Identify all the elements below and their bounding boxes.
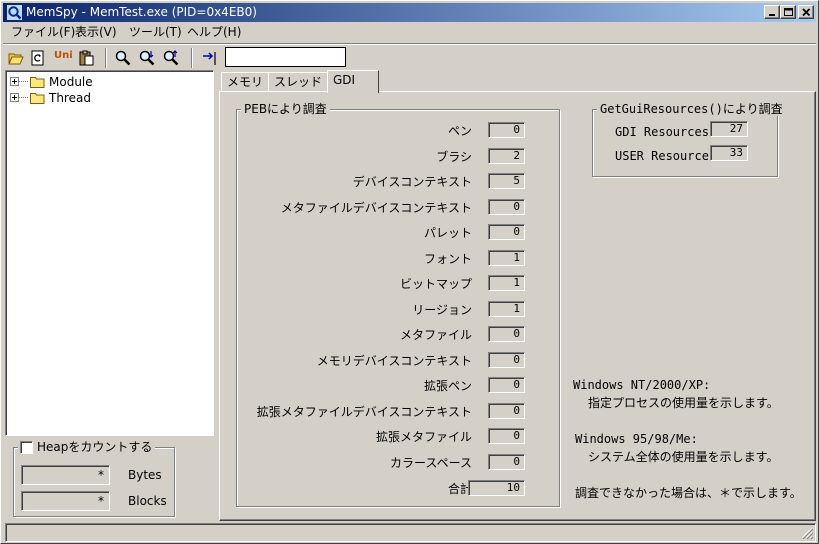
- find-button[interactable]: [113, 48, 133, 68]
- heap-blocks-unit: Blocks: [128, 494, 167, 508]
- peb-group: PEBにより調査 ペン 0 ブラシ 2 デバイスコンテキスト 5 メタファイルデバイスコンテ…: [236, 102, 560, 507]
- peb-row-value: 1: [488, 250, 525, 266]
- tab-thread[interactable]: スレッド: [268, 72, 329, 92]
- goto-button[interactable]: [200, 48, 220, 68]
- peb-row-label: 拡張ペン: [423, 379, 472, 393]
- search-input[interactable]: [225, 47, 346, 67]
- user-resources-value: 33: [710, 145, 748, 161]
- peb-row-value: 0: [488, 122, 525, 138]
- menu-help[interactable]: ヘルプ(H): [185, 24, 243, 41]
- heap-checkbox-label: Heapをカウントする: [37, 440, 153, 454]
- peb-row-value: 0: [488, 403, 525, 419]
- paste-button[interactable]: [76, 48, 96, 68]
- folder-icon: [30, 93, 45, 104]
- peb-row-value: 5: [488, 173, 525, 189]
- peb-row-label: ブラシ: [436, 150, 472, 164]
- peb-row-value: 0: [488, 352, 525, 368]
- menu-tools[interactable]: ツール(T): [127, 24, 184, 41]
- user-resources-label: USER Resources: [615, 149, 717, 163]
- maximize-icon: [784, 8, 793, 16]
- heap-checkbox-row[interactable]: Heapをカウントする: [18, 440, 156, 454]
- expand-plus-icon[interactable]: [10, 77, 30, 86]
- menu-file[interactable]: ファイル(F): [9, 24, 77, 41]
- menu-bar: ファイル(F) 表示(V) ツール(T) ヘルプ(H): [3, 22, 816, 42]
- tree-item-label: Module: [49, 75, 93, 89]
- maximize-button[interactable]: [780, 5, 796, 19]
- tree-item-label: Thread: [49, 91, 91, 105]
- peb-row-label: フォント: [423, 252, 472, 266]
- peb-row-label: 拡張メタファイルデバイスコンテキスト: [256, 405, 472, 419]
- peb-row-value: 0: [488, 428, 525, 444]
- paste-icon: [79, 50, 94, 66]
- peb-row-value: 0: [488, 377, 525, 393]
- note-nt-text: 指定プロセスの使用量を示します。: [588, 396, 779, 410]
- gdi-resources-value: 27: [710, 121, 748, 137]
- gui-resources-group: GetGuiResources()により調査 GDI Resources 27 …: [592, 102, 786, 177]
- resize-grip-icon[interactable]: [801, 527, 813, 539]
- close-button[interactable]: [798, 5, 814, 19]
- heap-group: Heapをカウントする * Bytes * Blocks: [13, 440, 175, 517]
- peb-row-value: 2: [488, 148, 525, 164]
- peb-row-value: 1: [488, 275, 525, 291]
- note-fail-text: 調査できなかった場合は、＊で示します。: [575, 486, 802, 500]
- peb-row-label: メタファイル: [399, 328, 472, 342]
- close-icon: [802, 8, 811, 17]
- status-bar: [5, 523, 816, 542]
- peb-row-label: メモリデバイスコンテキスト: [316, 354, 472, 368]
- peb-row-label: ビットマップ: [399, 277, 472, 291]
- tab-control: メモリ スレッド GDI PEBにより調査 ペン 0 ブラシ 2 デバイスコンテキスト 5…: [219, 70, 816, 521]
- open-folder-icon: [8, 53, 24, 65]
- tab-memory[interactable]: メモリ: [221, 72, 270, 92]
- minimize-button[interactable]: [764, 5, 780, 19]
- heap-bytes-unit: Bytes: [128, 468, 162, 482]
- gdi-resources-label: GDI Resources: [615, 125, 709, 139]
- find-next-button[interactable]: [137, 48, 157, 68]
- peb-row-label: ペン: [447, 124, 472, 138]
- open-button[interactable]: [6, 48, 26, 68]
- total-value: 10: [468, 480, 525, 496]
- gui-group-title: GetGuiResources()により調査: [597, 102, 786, 116]
- peb-row-value: 0: [488, 224, 525, 240]
- heap-checkbox[interactable]: [20, 441, 33, 454]
- peb-row-label: メタファイルデバイスコンテキスト: [280, 201, 472, 215]
- minimize-icon: [769, 14, 775, 16]
- window-title: MemSpy - MemTest.exe (PID=0x4EB0): [26, 5, 257, 19]
- peb-row-value: 0: [488, 326, 525, 342]
- peb-row-label: 拡張メタファイル: [375, 430, 472, 444]
- peb-row-label: リージョン: [412, 303, 472, 317]
- toolbar-separator: [105, 48, 107, 68]
- gdi-panel: PEBにより調査 ペン 0 ブラシ 2 デバイスコンテキスト 5 メタファイルデバイスコンテ…: [219, 91, 816, 521]
- expand-plus-icon[interactable]: [10, 93, 30, 102]
- folder-icon: [30, 77, 45, 88]
- title-bar[interactable]: MemSpy - MemTest.exe (PID=0x4EB0): [3, 3, 816, 22]
- peb-row-label: デバイスコンテキスト: [352, 175, 472, 189]
- toolbar-separator: [191, 48, 193, 68]
- find-prev-icon: [163, 50, 179, 66]
- main-window: MemSpy - MemTest.exe (PID=0x4EB0) ファイル(F…: [0, 0, 819, 544]
- heap-bytes-field: *: [21, 465, 110, 485]
- refresh-button[interactable]: [28, 48, 48, 68]
- note-nt-heading: Windows NT/2000/XP:: [573, 378, 711, 392]
- peb-row-label: カラースペース: [390, 456, 472, 470]
- goto-icon: [203, 52, 216, 65]
- find-prev-button[interactable]: [161, 48, 181, 68]
- peb-row-value: 0: [488, 199, 525, 215]
- find-next-icon: [139, 50, 155, 66]
- tab-gdi[interactable]: GDI: [327, 70, 379, 93]
- refresh-icon: [31, 50, 44, 66]
- peb-row-value: 1: [488, 301, 525, 317]
- unicode-icon: Uni: [54, 50, 73, 61]
- toolbar: Uni: [3, 43, 816, 69]
- note-win9x-heading: Windows 95/98/Me:: [575, 432, 698, 446]
- heap-blocks-field: *: [21, 491, 110, 511]
- note-win9x-text: システム全体の使用量を示します。: [588, 450, 779, 464]
- memspy-app-icon: [7, 5, 22, 20]
- menu-view[interactable]: 表示(V): [73, 24, 119, 41]
- peb-row-value: 0: [488, 454, 525, 470]
- peb-group-title: PEBにより調査: [241, 102, 330, 116]
- find-icon: [115, 50, 131, 66]
- peb-row-label: パレット: [423, 226, 472, 240]
- tree-view[interactable]: Module Thread: [5, 70, 214, 436]
- unicode-button[interactable]: Uni: [53, 48, 73, 68]
